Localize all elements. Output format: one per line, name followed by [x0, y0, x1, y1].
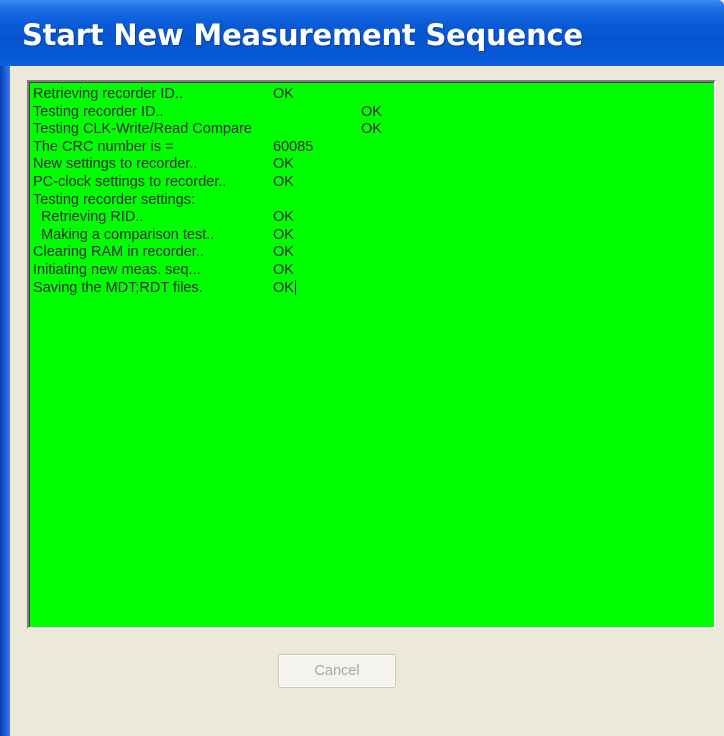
log-line-label: Retrieving recorder ID..: [33, 86, 183, 102]
log-line-label: Testing recorder ID..: [33, 103, 164, 120]
log-line-status: OK: [273, 279, 294, 296]
title-bar[interactable]: Start New Measurement Sequence: [0, 0, 724, 66]
crc-number: 60085: [273, 138, 314, 155]
log-line-status: OK: [273, 261, 294, 278]
log-line-label: Making a comparison test..: [33, 226, 215, 243]
log-line-status-with-caret: OK: [273, 280, 296, 298]
log-line-label: Retrieving RID..: [33, 209, 144, 226]
log-line-label: Saving the MDT;RDT files.: [33, 279, 203, 296]
dialog-window: Start New Measurement Sequence Retrievin…: [0, 0, 724, 736]
log-line-label: New settings to recorder..: [33, 156, 198, 173]
text-caret: [294, 280, 296, 296]
log-line-status: OK: [361, 103, 382, 120]
log-line-label: Testing CLK-Write/Read Compare: [33, 121, 252, 138]
log-line-status: OK: [273, 209, 294, 226]
log-line-status: OK: [273, 86, 294, 102]
log-line-status: OK: [273, 226, 294, 243]
log-line-status: OK: [273, 156, 294, 173]
log-line-label: Testing recorder settings:: [33, 191, 195, 208]
log-line-label: Initiating new meas. seq...: [33, 261, 201, 278]
cancel-button[interactable]: Cancel: [278, 654, 396, 688]
log-line-label: Clearing RAM in recorder..: [33, 244, 204, 261]
log-line-label: The CRC number is =: [33, 138, 174, 155]
log-line-status: OK: [273, 244, 294, 261]
log-line-status: OK: [273, 173, 294, 190]
status-log[interactable]: Retrieving recorder ID.. OK Testing reco…: [27, 80, 716, 629]
window-frame-left: [0, 66, 10, 736]
window-title: Start New Measurement Sequence: [22, 18, 584, 52]
log-line-label: PC-clock settings to recorder..: [33, 173, 227, 190]
dialog-body: Retrieving recorder ID.. OK Testing reco…: [10, 66, 724, 736]
log-line-status: OK: [361, 121, 382, 138]
